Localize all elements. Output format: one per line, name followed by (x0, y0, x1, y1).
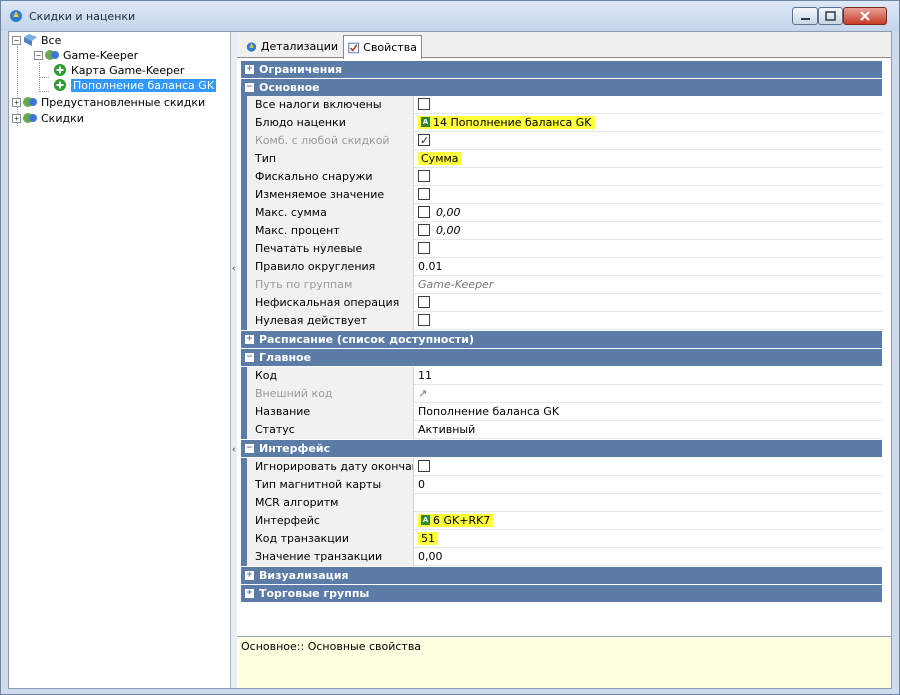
checkbox[interactable] (418, 296, 430, 308)
discount-app-icon (10, 10, 22, 22)
prop-row[interactable]: Нулевая действует (241, 312, 882, 330)
title-bar: Скидки и наценки (1, 1, 899, 31)
collapse-icon[interactable]: − (245, 444, 254, 453)
collapse-icon[interactable]: − (12, 35, 21, 45)
tree-node-discounts[interactable]: + Скидки (12, 110, 84, 126)
minimize-icon (801, 18, 810, 20)
expand-icon[interactable]: + (245, 571, 254, 580)
collapse-icon[interactable]: − (34, 50, 43, 60)
close-button[interactable] (843, 7, 887, 25)
prop-row[interactable]: Внешний код ↗ (241, 385, 882, 403)
prop-row[interactable]: Нефискальная операция (241, 294, 882, 312)
section-visual[interactable]: + Визуализация (241, 567, 882, 584)
tab-bar: Детализации Свойства (237, 32, 891, 59)
tree-node-preset[interactable]: + Предустановленные скидки (12, 94, 205, 110)
prop-row[interactable]: Фискально снаружи (241, 168, 882, 186)
tab-details[interactable]: Детализации (242, 35, 342, 58)
maximize-icon (825, 11, 836, 21)
tab-properties-label: Свойства (363, 41, 417, 54)
group-icon (45, 50, 59, 60)
category-tree: − Все − Game-Keeper Карта Game-Keeper По… (9, 32, 231, 688)
checkbox[interactable] (418, 170, 430, 182)
group-icon (23, 113, 37, 123)
tree-node-game-keeper[interactable]: − Game-Keeper (34, 47, 138, 63)
section-trade-groups[interactable]: + Торговые группы (241, 585, 882, 602)
section-limits[interactable]: + Ограничения (241, 61, 882, 78)
prop-row[interactable]: Код транзакции 51 (241, 530, 882, 548)
prop-row[interactable]: Игнорировать дату окончания (241, 458, 882, 476)
prop-row[interactable]: Значение транзакции 0,00 (241, 548, 882, 566)
prop-row[interactable]: Тип магнитной карты 0 (241, 476, 882, 494)
tree-label-all: Все (41, 33, 62, 47)
expand-icon[interactable]: + (245, 65, 254, 74)
group-icon (23, 97, 37, 107)
section-basic[interactable]: − Основное (241, 79, 882, 96)
prop-row[interactable]: Тип Сумма (241, 150, 882, 168)
properties-icon (348, 42, 359, 53)
section-main[interactable]: − Главное (241, 349, 882, 366)
expand-icon[interactable]: + (245, 335, 254, 344)
add-icon (54, 64, 66, 76)
tab-properties[interactable]: Свойства (343, 35, 422, 59)
checkbox[interactable] (418, 98, 430, 110)
checkbox[interactable] (418, 242, 430, 254)
prop-row[interactable]: Печатать нулевые (241, 240, 882, 258)
description-text: Основное:: Основные свойства (241, 640, 422, 653)
tree-label-gk-card: Карта Game-Keeper (71, 63, 185, 77)
expand-icon[interactable]: + (12, 113, 21, 123)
collapse-left-icon[interactable]: ‹ (232, 445, 236, 455)
prop-row[interactable]: Блюдо наценки A 14 Пополнение баланса GK (241, 114, 882, 132)
tree-label-gk-topup: Пополнение баланса GK (71, 78, 217, 92)
add-icon (54, 79, 66, 91)
tree-label-discounts: Скидки (41, 111, 84, 125)
prop-row[interactable]: Статус Активный (241, 421, 882, 439)
checkbox[interactable] (418, 224, 430, 236)
prop-row[interactable]: Правило округления 0.01 (241, 258, 882, 276)
tree-node-all[interactable]: − Все (12, 32, 61, 48)
prop-row[interactable]: Макс. процент 0,00 (241, 222, 882, 240)
expand-icon[interactable]: + (12, 97, 21, 107)
checkbox[interactable] (418, 460, 430, 472)
checkbox[interactable] (418, 314, 430, 326)
section-interface[interactable]: − Интерфейс (241, 440, 882, 457)
collapse-left-icon[interactable]: ‹ (232, 264, 236, 274)
folder-globe-icon (24, 34, 37, 46)
tab-details-label: Детализации (260, 40, 338, 53)
checkbox[interactable] (418, 188, 430, 200)
prop-row[interactable]: Название Пополнение баланса GK (241, 403, 882, 421)
client-area: − Все − Game-Keeper Карта Game-Keeper По… (8, 31, 892, 689)
prop-row[interactable]: MCR алгоритм (241, 494, 882, 512)
tree-label-preset: Предустановленные скидки (41, 95, 206, 109)
collapse-icon[interactable]: − (245, 353, 254, 362)
description-panel: Основное:: Основные свойства (237, 636, 891, 688)
properties-pane: Детализации Свойства + Ограничения − Основ… (237, 32, 891, 688)
prop-row[interactable]: Изменяемое значение (241, 186, 882, 204)
dish-icon: A (421, 117, 430, 127)
prop-row[interactable]: Интерфейс A6 GK+RK7 (241, 512, 882, 530)
expand-icon[interactable]: + (245, 589, 254, 598)
tree-node-gk-card[interactable]: Карта Game-Keeper (53, 62, 184, 78)
close-icon (860, 11, 870, 21)
prop-row[interactable]: Комб. с любой скидкой (241, 132, 882, 150)
maximize-button[interactable] (818, 7, 843, 25)
checkbox[interactable] (418, 206, 430, 218)
prop-row[interactable]: Макс. сумма 0,00 (241, 204, 882, 222)
details-icon (246, 41, 257, 52)
app-window: Скидки и наценки − Все − Game-Keeper Кар… (0, 0, 900, 695)
prop-row[interactable]: Путь по группам Game-Keeper (241, 276, 882, 294)
minimize-button[interactable] (792, 7, 818, 25)
checkbox[interactable] (418, 132, 430, 150)
section-schedule[interactable]: + Расписание (список доступности) (241, 331, 882, 348)
prop-row[interactable]: Все налоги включены (241, 96, 882, 114)
tree-node-gk-topup[interactable]: Пополнение баланса GK (53, 77, 217, 93)
interface-icon: A (421, 515, 430, 525)
prop-row[interactable]: Код 11 (241, 367, 882, 385)
window-title: Скидки и наценки (29, 10, 136, 23)
tree-label-game-keeper: Game-Keeper (63, 48, 139, 62)
collapse-icon[interactable]: − (245, 83, 254, 92)
